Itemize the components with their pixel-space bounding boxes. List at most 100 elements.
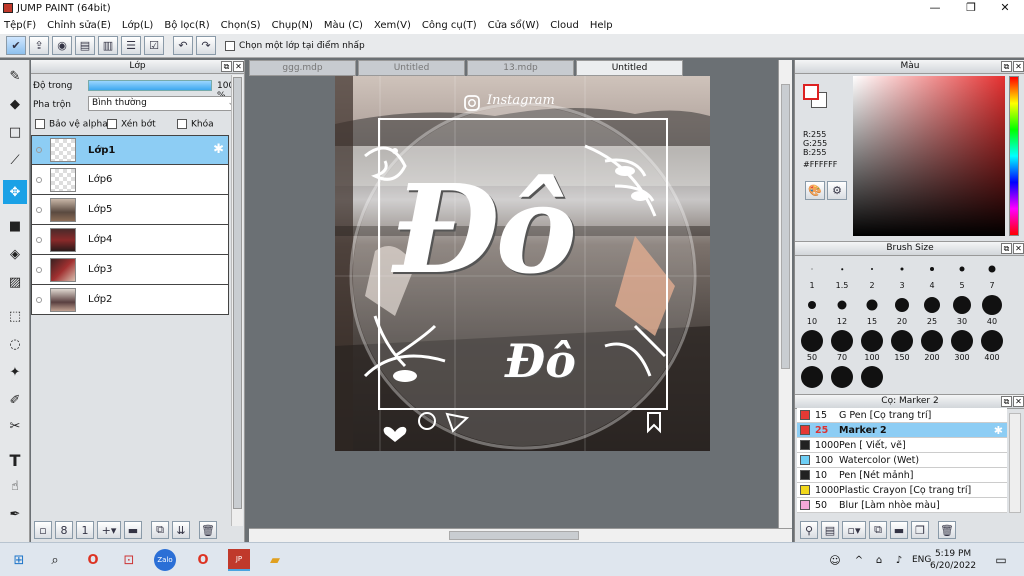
brush-size-cell[interactable]: 1 xyxy=(797,257,827,293)
brush-size-cell[interactable]: 70 xyxy=(827,329,857,365)
undock-icon[interactable]: ⧉ xyxy=(1001,61,1012,72)
brush-size-cell[interactable]: 30 xyxy=(947,293,977,329)
menu-cloud[interactable]: Cloud xyxy=(550,20,579,31)
color-swatches[interactable] xyxy=(803,84,827,108)
menu-select[interactable]: Chọn(S) xyxy=(221,20,261,31)
language-indicator[interactable]: ENG xyxy=(912,555,931,565)
notification-icon[interactable]: ▭ xyxy=(990,549,1012,571)
panel-close-icon[interactable]: ✕ xyxy=(1013,243,1024,254)
windows-start-icon[interactable]: ⊞ xyxy=(8,549,30,571)
panel-close-icon[interactable]: ✕ xyxy=(1013,396,1024,407)
palette-settings-icon[interactable]: ⚙ xyxy=(827,181,847,200)
layer-scrollbar[interactable] xyxy=(231,75,243,526)
eyedropper-tool-icon[interactable]: ✒ xyxy=(3,502,27,526)
cloud-sync-icon[interactable]: ✔ xyxy=(6,36,26,55)
select-eraser-tool-icon[interactable]: ✂ xyxy=(3,414,27,438)
clip-checkbox[interactable] xyxy=(107,119,117,129)
menu-tools[interactable]: Công cụ(T) xyxy=(422,20,477,31)
panel-close-icon[interactable]: ✕ xyxy=(233,61,244,72)
brush-row[interactable]: 1000 Pen [ Viết, vẽ] xyxy=(797,438,1007,453)
page-icon[interactable]: ▥ xyxy=(98,36,118,55)
brush-list-scrollbar[interactable] xyxy=(1009,413,1021,513)
hand-tool-icon[interactable]: ☝ xyxy=(3,474,27,498)
search-icon[interactable]: ⌕ xyxy=(44,549,66,571)
undock-icon[interactable]: ⧉ xyxy=(1001,396,1012,407)
brush-size-cell[interactable]: 5 xyxy=(947,257,977,293)
brush-size-cell[interactable]: 15 xyxy=(857,293,887,329)
new-layer-icon[interactable]: ▫ xyxy=(34,521,52,539)
move-tool-icon[interactable]: ✥ xyxy=(3,180,27,204)
tab-document[interactable]: Untitled xyxy=(358,60,465,76)
undo-icon[interactable]: ↶ xyxy=(173,36,193,55)
brush-copy-icon[interactable]: ⧉ xyxy=(869,521,887,539)
menu-help[interactable]: Help xyxy=(590,20,613,31)
layer-row[interactable]: Lớp3 xyxy=(31,255,229,285)
jump-paint-taskbar-icon[interactable]: JP xyxy=(228,549,250,571)
visibility-icon[interactable] xyxy=(36,236,42,243)
visibility-icon[interactable] xyxy=(36,147,42,153)
tab-document[interactable]: 13.mdp xyxy=(467,60,574,76)
select-layer-checkbox[interactable] xyxy=(225,40,235,51)
brush-size-cell[interactable]: 1.5 xyxy=(827,257,857,293)
canvas-horizontal-scrollbar[interactable] xyxy=(249,528,792,542)
panel-close-icon[interactable]: ✕ xyxy=(1013,61,1024,72)
brush-size-cell[interactable]: 40 xyxy=(977,293,1007,329)
rectangle-tool-icon[interactable]: □ xyxy=(3,120,27,144)
people-icon[interactable]: ☺ xyxy=(824,549,846,571)
fill-rect-tool-icon[interactable]: ■ xyxy=(3,214,27,238)
menu-layer[interactable]: Lớp(L) xyxy=(122,20,153,31)
list-icon[interactable]: ☰ xyxy=(121,36,141,55)
opera-icon[interactable]: O xyxy=(82,549,104,571)
undock-icon[interactable]: ⧉ xyxy=(221,61,232,72)
color-picker-field[interactable] xyxy=(853,76,1005,236)
visibility-icon[interactable] xyxy=(36,296,42,303)
brush-size-cell[interactable]: 3 xyxy=(887,257,917,293)
rect-select-tool-icon[interactable]: ⬚ xyxy=(3,304,27,328)
brush-row[interactable]: 1000 Plastic Crayon [Cọ trang trí] xyxy=(797,483,1007,498)
lasso-tool-icon[interactable]: ◌ xyxy=(3,332,27,356)
layer-row[interactable]: Lớp4 xyxy=(31,225,229,255)
zalo-icon[interactable]: Zalo xyxy=(154,549,176,571)
select-pen-tool-icon[interactable]: ✐ xyxy=(3,388,27,412)
comment-icon[interactable]: ◉ xyxy=(52,36,72,55)
menu-file[interactable]: Tệp(F) xyxy=(4,20,36,31)
menu-filter[interactable]: Bộ lọc(R) xyxy=(164,20,209,31)
text-tool-icon[interactable]: T xyxy=(3,448,27,472)
menu-color[interactable]: Màu (C) xyxy=(324,20,363,31)
brush-add-icon[interactable]: ⚲ xyxy=(800,521,818,539)
brush-delete-icon[interactable]: 🗑 xyxy=(938,521,956,539)
network-icon[interactable]: ⌂ xyxy=(868,549,890,571)
brush-size-cell[interactable]: 4 xyxy=(917,257,947,293)
bucket-tool-icon[interactable]: ◈ xyxy=(3,242,27,266)
opacity-slider[interactable] xyxy=(88,80,212,91)
brush-size-cell[interactable]: 150 xyxy=(887,329,917,365)
brush-row[interactable]: 25 Marker 2 ✱ xyxy=(797,423,1007,438)
menu-view[interactable]: Xem(V) xyxy=(374,20,411,31)
blend-mode-select[interactable]: Bình thường⌄ xyxy=(88,96,240,111)
brush-folder-icon[interactable]: ▬ xyxy=(890,521,908,539)
tab-document[interactable]: ggg.mdp xyxy=(249,60,356,76)
brush-size-cell[interactable]: 50 xyxy=(797,329,827,365)
duplicate-layer-icon[interactable]: ⧉ xyxy=(151,521,169,539)
brush-row[interactable]: 10 Pen [Nét mảnh] xyxy=(797,468,1007,483)
brush-size-cell[interactable]: 400 xyxy=(977,329,1007,365)
foreground-color-swatch[interactable] xyxy=(803,84,819,100)
layer-row[interactable]: Lớp1 ✱ xyxy=(31,135,229,165)
brush-size-cell[interactable]: 7 xyxy=(977,257,1007,293)
add-layer-menu-icon[interactable]: +▾ xyxy=(97,521,121,539)
merge-layer-icon[interactable]: ⇊ xyxy=(172,521,190,539)
drawing-canvas[interactable]: Instagram Đô Đô xyxy=(335,76,710,451)
hue-slider[interactable] xyxy=(1009,76,1019,236)
menu-capture[interactable]: Chụp(N) xyxy=(272,20,313,31)
brush-tool-icon[interactable]: ✎ xyxy=(3,64,27,88)
redo-icon[interactable]: ↷ xyxy=(196,36,216,55)
eraser-tool-icon[interactable]: ◆ xyxy=(3,92,27,116)
protect-alpha-checkbox[interactable] xyxy=(35,119,45,129)
brush-row[interactable]: 15 G Pen [Cọ trang trí] xyxy=(797,408,1007,423)
line-tool-icon[interactable]: ⟋ xyxy=(3,148,27,172)
brush-size-cell[interactable]: 20 xyxy=(887,293,917,329)
new-folder-icon[interactable]: ▬ xyxy=(124,521,142,539)
new-1bit-layer-icon[interactable]: 1 xyxy=(76,521,94,539)
clock[interactable]: 5:19 PM 6/20/2022 xyxy=(930,548,976,572)
file-explorer-icon[interactable]: ▰ xyxy=(264,549,286,571)
